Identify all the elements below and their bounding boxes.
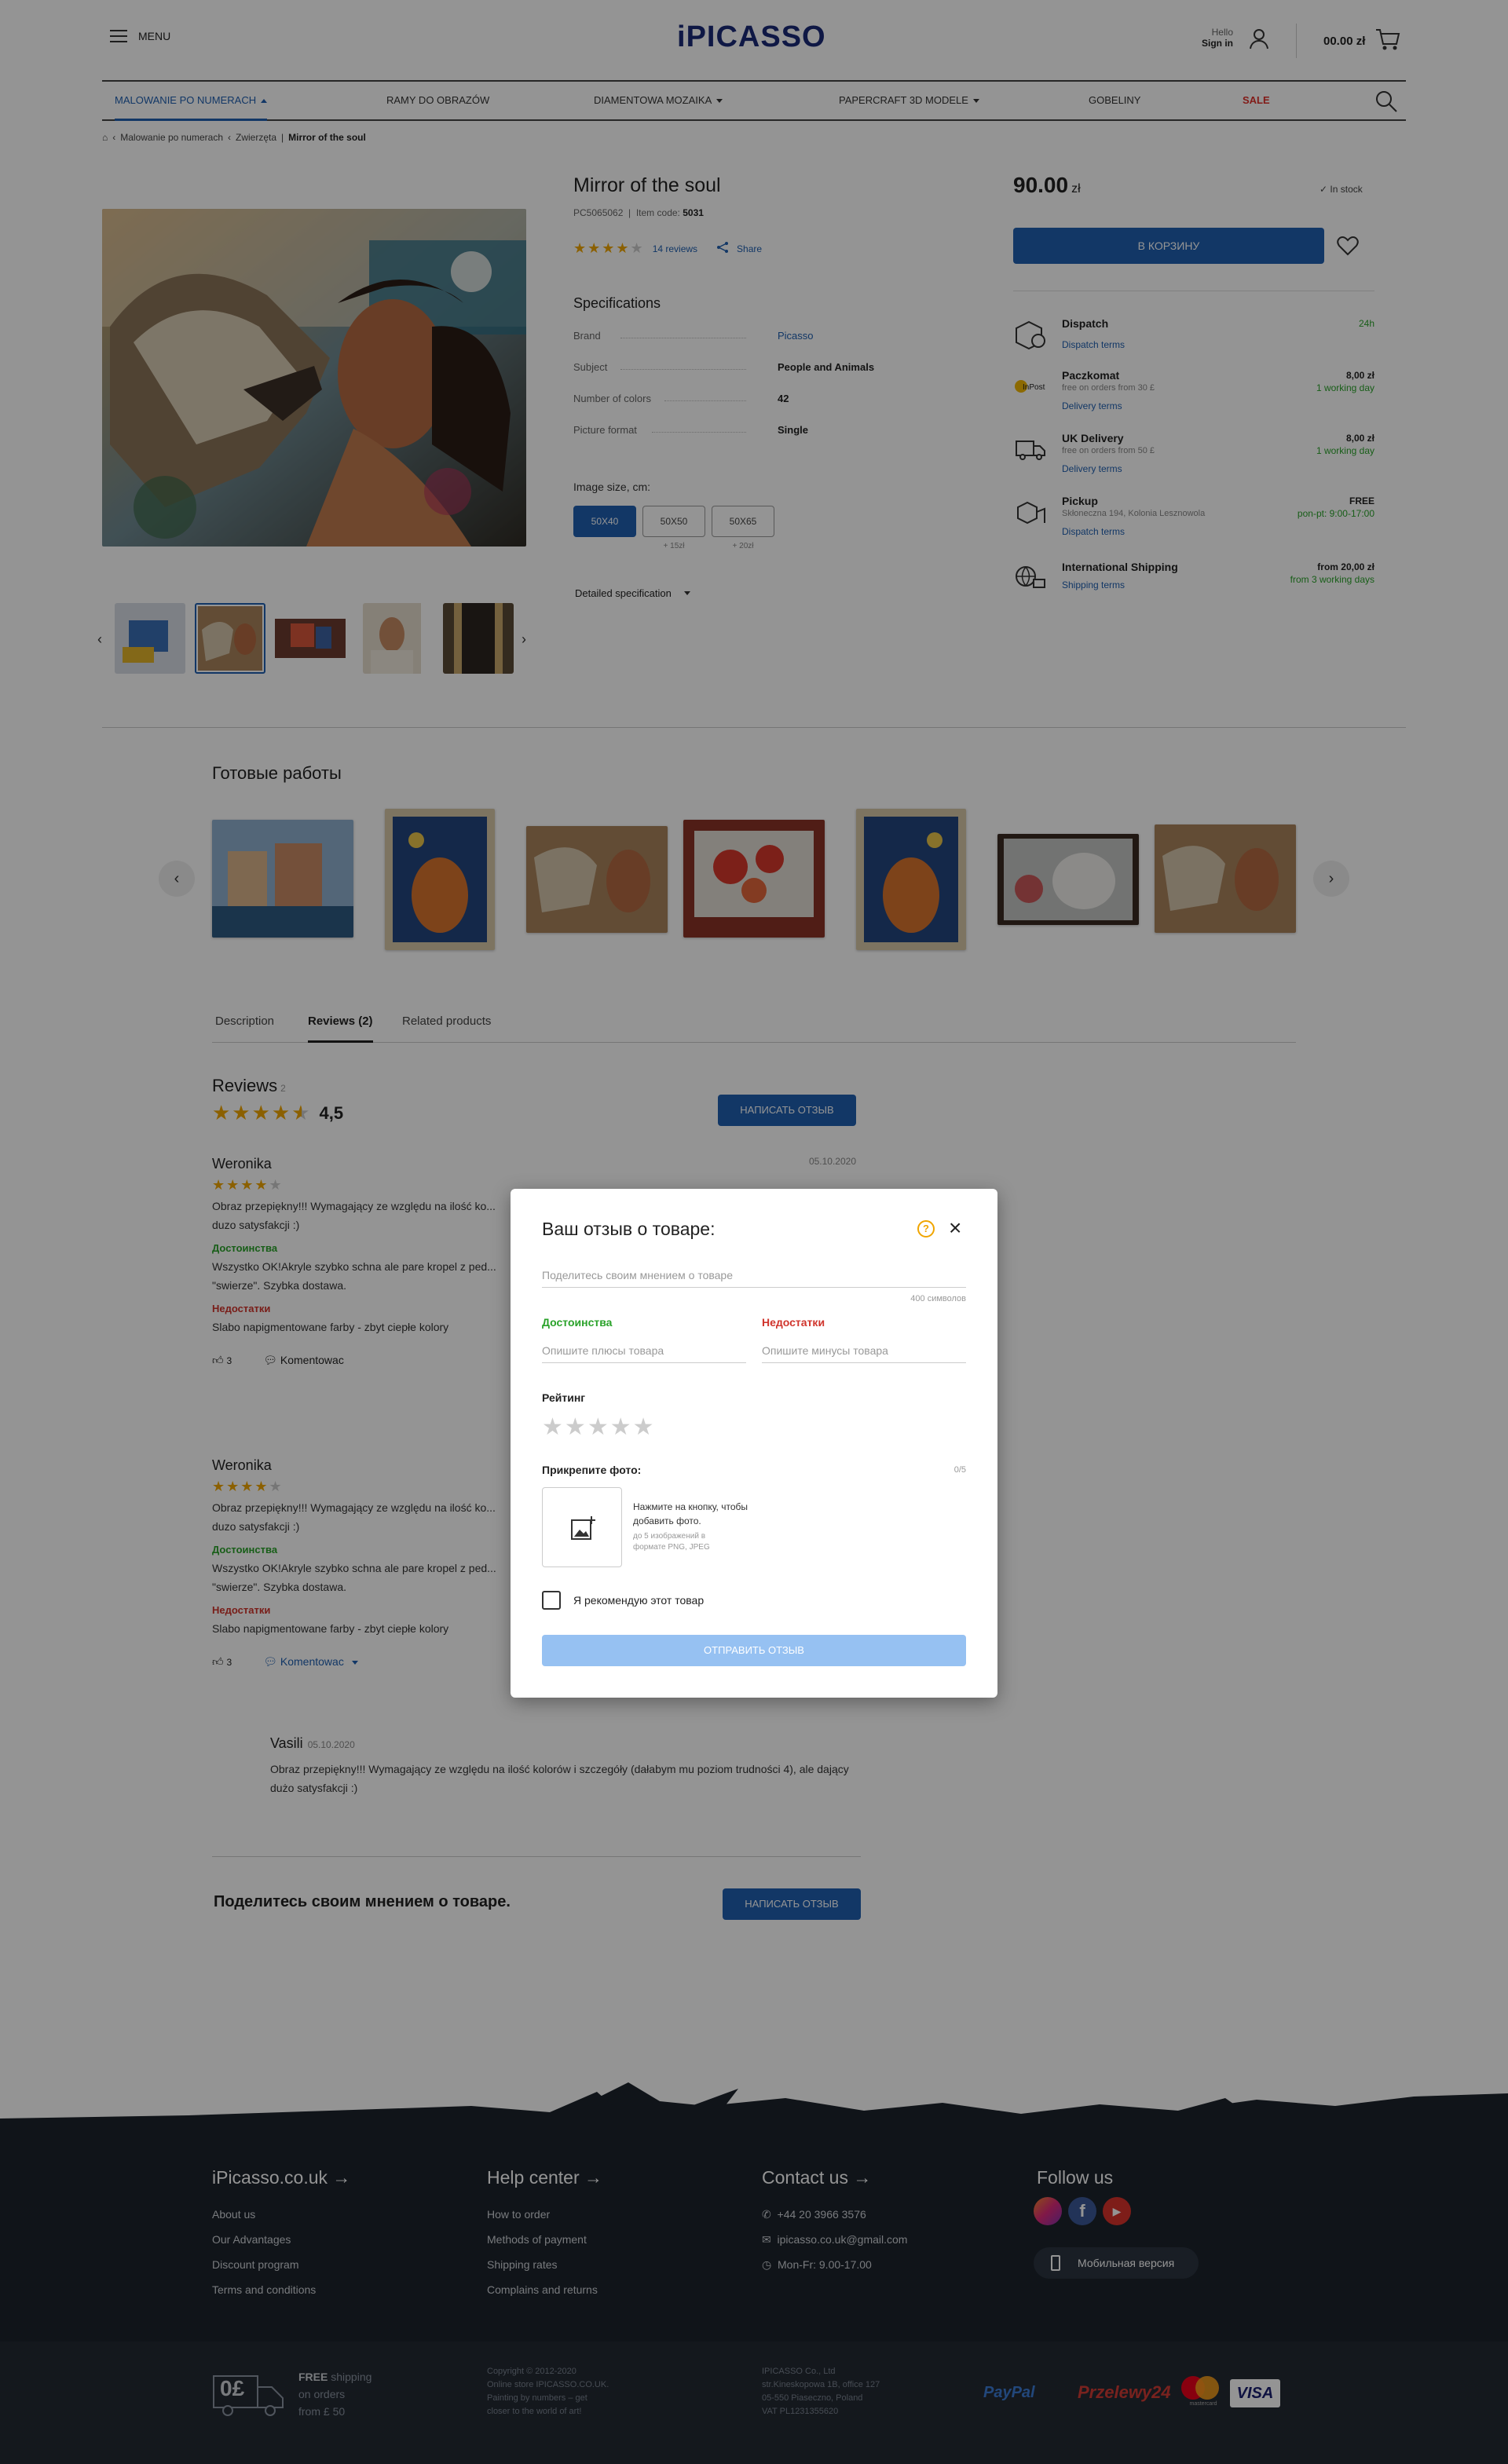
star-icon[interactable]: ★ (587, 1414, 610, 1440)
pros-label: Достоинства (542, 1316, 613, 1329)
rating-input[interactable]: ★★★★★ (542, 1413, 656, 1441)
help-icon[interactable]: ? (917, 1220, 935, 1237)
star-icon[interactable]: ★ (565, 1414, 587, 1440)
recommend-label: Я рекомендую этот товар (573, 1594, 705, 1607)
upload-hint: Нажмите на кнопку, чтобы добавить фото. (633, 1501, 749, 1526)
modal-title: Ваш отзыв о товаре: (542, 1219, 716, 1239)
opinion-input[interactable] (542, 1263, 966, 1288)
star-icon[interactable]: ★ (610, 1414, 633, 1440)
star-icon[interactable]: ★ (542, 1414, 565, 1440)
add-image-icon (571, 1516, 595, 1540)
pros-input[interactable] (542, 1338, 746, 1363)
recommend-checkbox[interactable] (542, 1591, 561, 1610)
close-icon[interactable]: × (949, 1217, 961, 1239)
photo-counter: 0/5 (953, 1465, 966, 1475)
product-page: MENU iPICASSO Hello Sign in 00.00 zł MAL… (0, 0, 1508, 2464)
cons-input[interactable] (762, 1338, 966, 1363)
cons-label: Недостатки (762, 1316, 825, 1329)
submit-review-button[interactable]: ОТПРАВИТЬ ОТЗЫВ (542, 1635, 966, 1666)
review-modal: Ваш отзыв о товаре: ? × 400 символов Дос… (511, 1189, 997, 1698)
rating-label: Рейтинг (542, 1391, 586, 1404)
photo-label: Прикрепите фото: (542, 1464, 642, 1476)
char-counter: 400 символов (910, 1294, 966, 1303)
upload-subhint: до 5 изображений в формате PNG, JPEG (633, 1532, 710, 1552)
star-icon[interactable]: ★ (633, 1414, 656, 1440)
photo-upload-button[interactable] (542, 1487, 622, 1567)
